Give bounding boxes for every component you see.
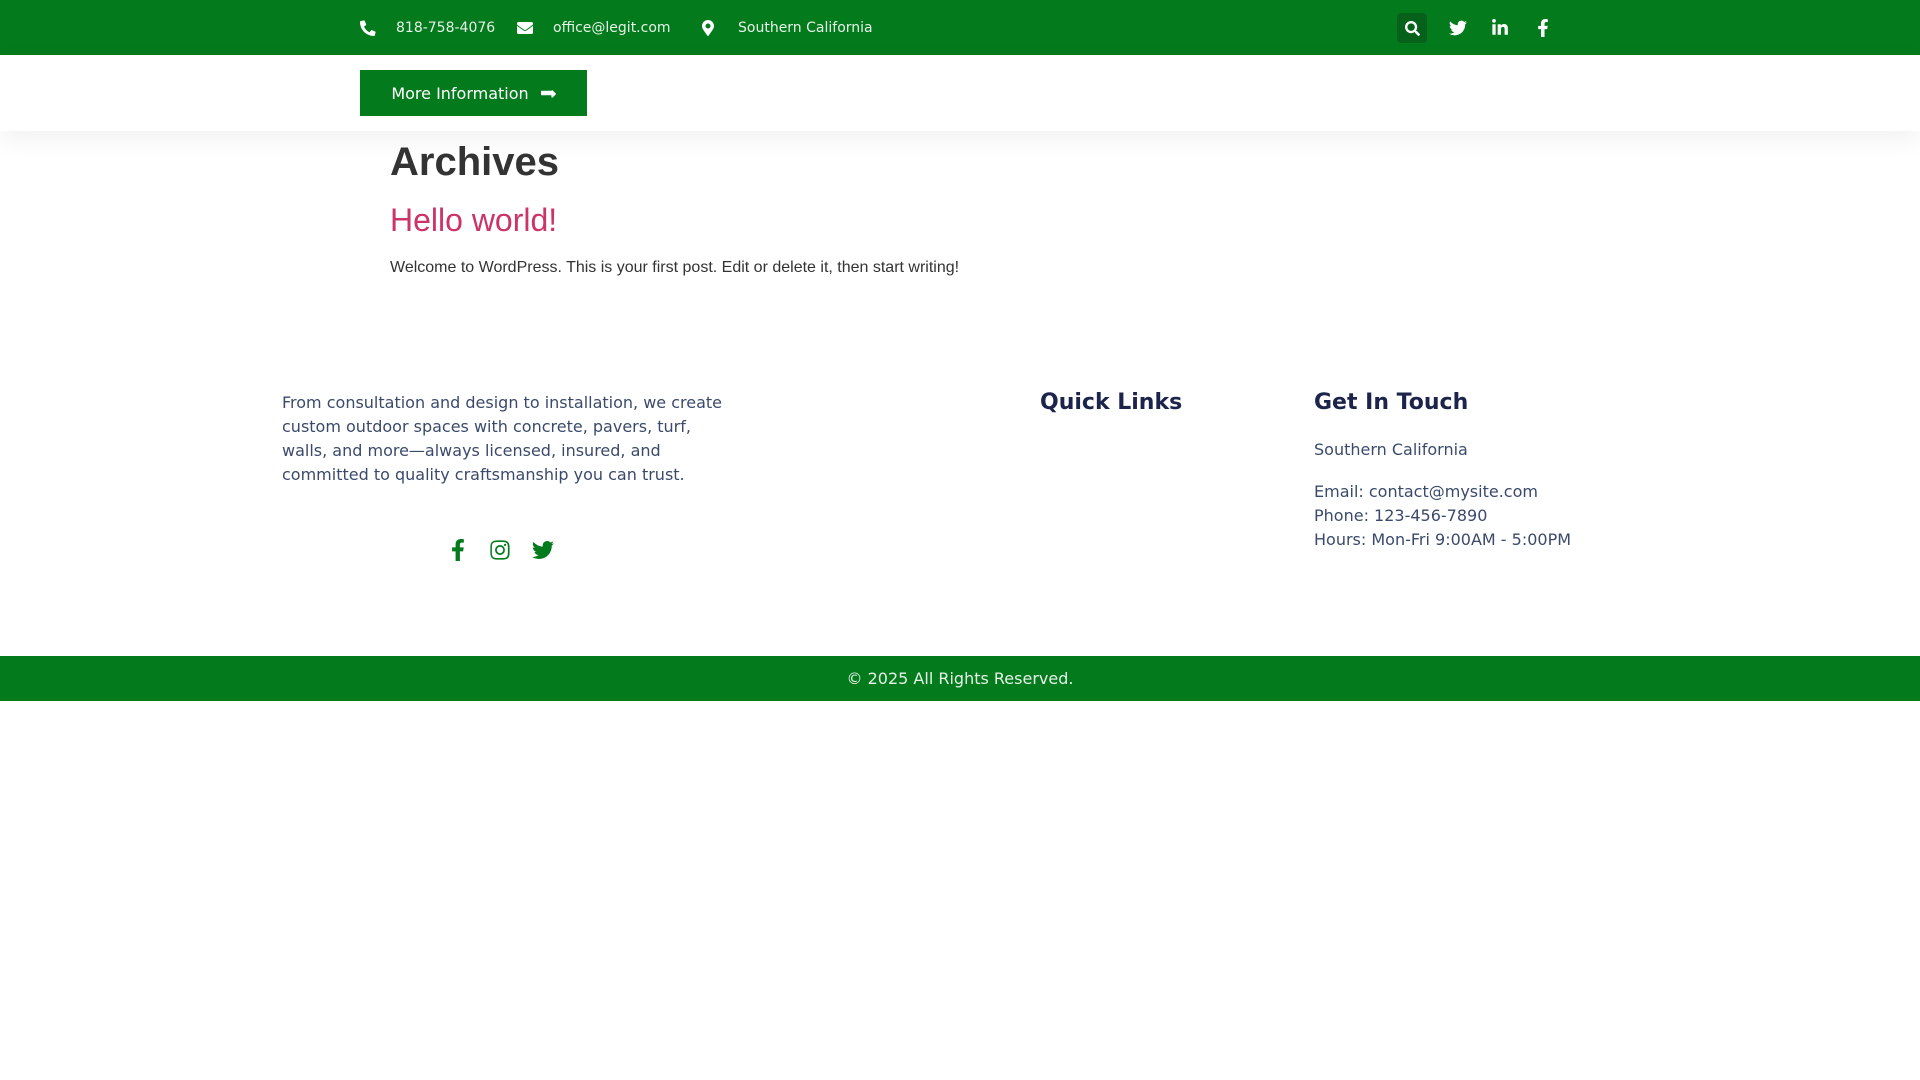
contact-location: Southern California: [700, 0, 873, 55]
contact-location-text: Southern California: [738, 19, 873, 36]
post-title-link[interactable]: Hello world!: [390, 202, 557, 239]
search-icon: [1404, 20, 1420, 36]
copyright-text: © 2025 All Rights Reserved.: [846, 669, 1074, 688]
quick-links-heading: Quick Links: [1040, 390, 1183, 415]
map-marker-icon: [702, 19, 714, 36]
contact-email-text: office@legit.com: [553, 19, 671, 36]
contact-phone[interactable]: 818-758-4076: [360, 0, 495, 55]
footer-hours: Hours: Mon-Fri 9:00AM - 5:00PM: [1314, 530, 1572, 549]
facebook-icon: [1538, 19, 1548, 37]
facebook-link-top[interactable]: [1532, 17, 1554, 39]
header-nav: More Information: [0, 55, 1920, 131]
linkedin-link-top[interactable]: [1489, 17, 1511, 39]
footer-phone: Phone: 123-456-7890: [1314, 506, 1488, 525]
contact-phone-text: 818-758-4076: [396, 19, 496, 36]
footer-location: Southern California: [1314, 440, 1468, 459]
footer-about-text: From consultation and design to installa…: [282, 393, 723, 484]
page-title: Archives: [390, 140, 559, 184]
contact-email[interactable]: office@legit.com: [517, 0, 671, 55]
copyright-bar: © 2025 All Rights Reserved.: [0, 656, 1920, 701]
twitter-icon: [1449, 20, 1467, 36]
get-in-touch-heading: Get In Touch: [1314, 390, 1469, 415]
twitter-icon: [532, 541, 554, 559]
arrow-right-icon: [540, 90, 556, 98]
search-button[interactable]: [1397, 13, 1427, 43]
twitter-link-top[interactable]: [1447, 17, 1469, 39]
footer-facebook-link[interactable]: [444, 536, 472, 564]
instagram-icon: [490, 540, 510, 560]
linkedin-icon: [1492, 19, 1508, 35]
top-contact-bar: 818-758-4076 office@legit.com Southern C…: [0, 0, 1920, 55]
footer-email: Email: contact@mysite.com: [1314, 482, 1538, 501]
footer-instagram-link[interactable]: [486, 536, 514, 564]
envelope-icon: [517, 21, 533, 34]
footer-twitter-link[interactable]: [529, 536, 557, 564]
phone-icon: [360, 19, 376, 36]
more-information-label: More Information: [391, 83, 529, 103]
more-information-button[interactable]: More Information: [360, 70, 587, 116]
post-excerpt: Welcome to WordPress. This is your first…: [390, 259, 960, 276]
facebook-icon: [452, 539, 464, 561]
